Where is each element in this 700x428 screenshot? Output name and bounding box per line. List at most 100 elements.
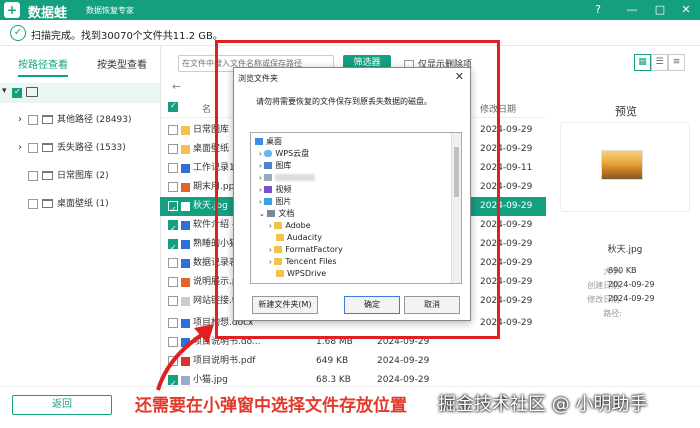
sidebar-item-label: 其他路径 (28493) xyxy=(57,115,132,125)
preview-created-value: 2024-09-29 xyxy=(608,280,655,289)
document-icon xyxy=(267,210,276,217)
item-checkbox[interactable] xyxy=(28,170,38,181)
list-view-icon[interactable]: ☰ xyxy=(651,54,668,71)
folder-tree-item-pictures[interactable]: › 图片 xyxy=(259,196,291,208)
blurred-username xyxy=(275,174,316,181)
chevron-down-icon[interactable]: ⌄ xyxy=(259,210,265,218)
tab-by-type[interactable]: 按类型查看 xyxy=(97,57,147,77)
new-folder-button[interactable]: 新建文件夹(M) xyxy=(252,296,318,314)
cancel-button[interactable]: 取消 xyxy=(404,296,460,314)
preview-filename: 秋天.jpg xyxy=(607,245,643,255)
chevron-right-icon[interactable]: › xyxy=(269,222,272,230)
word-file-icon xyxy=(181,240,190,249)
back-button[interactable]: 返回 xyxy=(12,395,112,415)
row-checkbox[interactable] xyxy=(168,238,178,257)
folder-tree-item-desktop[interactable]: 桌面 xyxy=(255,136,282,148)
folder-icon xyxy=(181,145,190,154)
chevron-right-icon[interactable]: › xyxy=(269,246,272,254)
row-checkbox[interactable] xyxy=(168,125,178,135)
grid-view-icon[interactable]: ▦ xyxy=(634,54,651,71)
drive-icon xyxy=(26,87,38,97)
folder-tree-item-videos[interactable]: › 视频 xyxy=(259,184,291,196)
chevron-down-icon[interactable]: ▾ xyxy=(2,86,7,96)
chevron-right-icon[interactable]: › xyxy=(269,258,272,266)
row-checkbox[interactable] xyxy=(168,200,178,219)
folder-icon xyxy=(276,270,284,277)
folder-icon xyxy=(42,171,53,180)
folder-tree-item-adobe[interactable]: › Adobe xyxy=(269,220,311,232)
chevron-right-icon[interactable]: › xyxy=(259,198,262,206)
scrollbar-thumb[interactable] xyxy=(454,147,459,197)
folder-tree-item-tencent[interactable]: › Tencent Files xyxy=(269,256,337,268)
folder-tree-item-documents[interactable]: ⌄ 文档 xyxy=(259,208,294,220)
chevron-right-icon[interactable]: › xyxy=(18,139,28,157)
check-circle-icon: ✓ xyxy=(10,25,26,41)
sidebar-item-label: 日常图库 (2) xyxy=(57,171,109,181)
title-bar: + 数据蛙 数据恢复专家 ? — □ ✕ xyxy=(0,0,700,21)
row-checkbox[interactable] xyxy=(168,163,178,173)
preview-title: 预览 xyxy=(615,105,637,118)
tab-by-path[interactable]: 按路径查看 xyxy=(18,57,68,77)
folder-icon xyxy=(181,126,190,135)
app-logo-icon: + xyxy=(4,2,20,18)
annotation-arrow-icon xyxy=(156,324,214,391)
item-checkbox[interactable] xyxy=(28,142,38,153)
preview-size-value: 890 KB xyxy=(608,266,637,275)
preview-path-label: 路径: xyxy=(603,309,622,318)
sidebar-item-lost-paths[interactable]: › 丢失路径 (1533) xyxy=(18,139,126,157)
watermark-text: 掘金技术社区 @ 小明助手 xyxy=(438,394,648,415)
close-button[interactable]: ✕ xyxy=(676,0,696,20)
root-checkbox[interactable] xyxy=(12,87,22,98)
detail-view-icon[interactable]: ≡ xyxy=(668,54,685,71)
sidebar-item-daily-gallery[interactable]: 日常图库 (2) xyxy=(28,167,109,185)
ppt-file-icon xyxy=(181,278,190,287)
row-checkbox[interactable] xyxy=(168,144,178,154)
item-checkbox[interactable] xyxy=(28,114,38,125)
row-checkbox[interactable] xyxy=(168,182,178,192)
dialog-title: 浏览文件夹 xyxy=(238,74,278,83)
chevron-right-icon[interactable]: › xyxy=(259,174,262,182)
select-all-checkbox[interactable] xyxy=(168,101,178,112)
folder-icon xyxy=(42,115,53,124)
folder-icon xyxy=(274,222,283,229)
view-tabs: 按路径查看 按类型查看 xyxy=(0,57,160,77)
dialog-message: 请勿将需要恢复的文件保存到原丢失数据的磁盘。 xyxy=(256,97,432,106)
folder-tree-item-wps[interactable]: › WPS云盘 xyxy=(259,148,309,160)
maximize-button[interactable]: □ xyxy=(650,0,670,20)
preview-modified-value: 2024-09-29 xyxy=(608,294,655,303)
dialog-close-icon[interactable]: ✕ xyxy=(455,70,464,83)
folder-tree-item-wpsdrive[interactable]: WPSDrive xyxy=(276,268,326,280)
chevron-right-icon[interactable]: › xyxy=(18,111,28,129)
tree-root-drive[interactable]: ▾ xyxy=(0,83,160,103)
row-checkbox[interactable] xyxy=(168,219,178,238)
row-checkbox[interactable] xyxy=(168,296,178,306)
folder-tree-item-audacity[interactable]: Audacity xyxy=(276,232,322,244)
ok-button[interactable]: 确定 xyxy=(344,296,400,314)
item-checkbox[interactable] xyxy=(28,198,38,209)
folder-icon xyxy=(42,199,53,208)
image-file-icon xyxy=(181,202,190,211)
word-file-icon xyxy=(181,259,190,268)
row-checkbox[interactable] xyxy=(168,258,178,268)
col-name-header[interactable]: 名 xyxy=(202,102,211,115)
folder-tree-item-formatfactory[interactable]: › FormatFactory xyxy=(269,244,343,256)
minimize-button[interactable]: — xyxy=(622,0,642,20)
back-arrow-icon[interactable]: ← xyxy=(172,80,181,93)
folder-tree-scrollbar[interactable] xyxy=(451,133,461,283)
sidebar-item-wallpaper[interactable]: 桌面壁纸 (1) xyxy=(28,195,109,213)
ppt-file-icon xyxy=(181,183,190,192)
folder-icon xyxy=(42,143,53,152)
folder-tree-item-user[interactable]: › xyxy=(259,172,316,184)
scan-status-text: 扫描完成。找到30070个文件共11.2 GB。 xyxy=(31,31,223,42)
chevron-right-icon[interactable]: › xyxy=(259,186,262,194)
chevron-right-icon[interactable]: › xyxy=(259,162,262,170)
text-file-icon xyxy=(181,297,190,306)
sidebar-item-other-paths[interactable]: › 其他路径 (28493) xyxy=(18,111,132,129)
folder-tree-item-library[interactable]: › 图库 xyxy=(259,160,291,172)
row-checkbox[interactable] xyxy=(168,277,178,287)
folder-tree: 桌面 › WPS云盘 › 图库 › › 视频 › 图片 ⌄ 文档 › Adobe… xyxy=(250,132,462,284)
chevron-right-icon[interactable]: › xyxy=(259,150,262,158)
annotation-caption: 还需要在小弹窗中选择文件存放位置 xyxy=(135,396,407,416)
preview-thumbnail xyxy=(601,150,643,180)
help-icon[interactable]: ? xyxy=(588,0,608,20)
